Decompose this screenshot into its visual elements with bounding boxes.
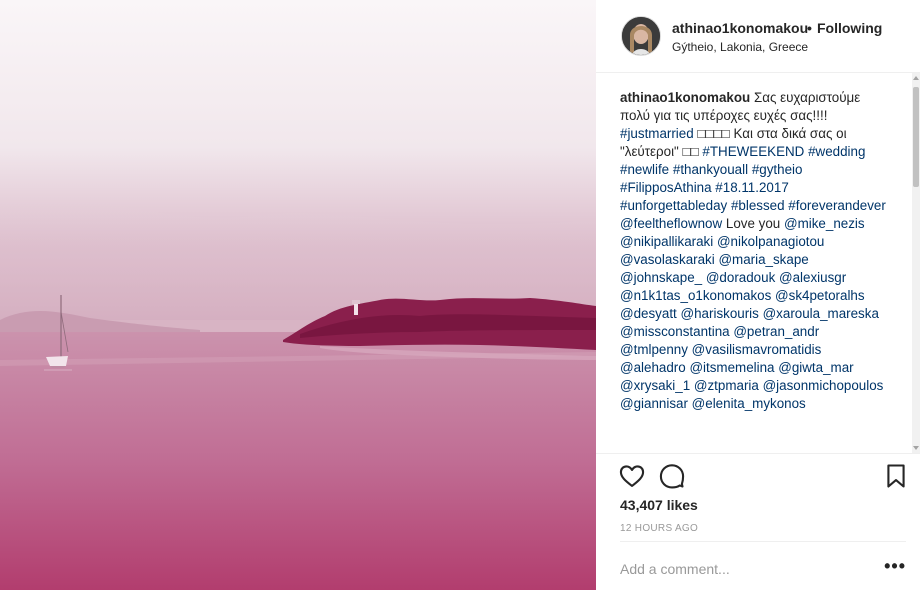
scroll-down-arrow-icon[interactable] [913,446,919,450]
post-actions: 43,407 likes 12 HOURS AGO ••• [596,453,920,591]
hashtag[interactable]: #newlife [620,162,669,177]
hashtag[interactable]: #thankyouall [673,162,748,177]
mention[interactable]: @vasolaskaraki [620,252,715,267]
caption-scrollbar[interactable] [912,73,920,453]
hashtag[interactable]: #wedding [808,144,865,159]
separator-dot: • [807,20,812,36]
avatar[interactable] [621,16,661,56]
following-button[interactable]: Following [817,20,882,36]
caption-author[interactable]: athinao1konomakou [620,90,750,105]
mention[interactable]: @johnskape_ [620,270,702,285]
post-username[interactable]: athinao1konomakou [672,20,808,36]
post-sidebar: athinao1konomakou • Following Gýtheio, L… [596,0,920,590]
mention[interactable]: @nikolpanagiotou [717,234,824,249]
mention[interactable]: @giannisar [620,396,688,411]
mention[interactable]: @doradouk [706,270,775,285]
comment-input[interactable] [620,557,870,581]
mention[interactable]: @feeltheflownow [620,216,722,231]
emoji-placeholder: □□□□ [693,126,734,141]
mention[interactable]: @alexiusgr [779,270,846,285]
bookmark-icon[interactable] [882,462,910,490]
hashtag[interactable]: #gytheio [752,162,803,177]
mention[interactable]: @xaroula_mareska [763,306,879,321]
mention[interactable]: @hariskouris [681,306,759,321]
mention[interactable]: @n1k1tas_o1konomakos [620,288,771,303]
mention[interactable]: @itsmemelina [689,360,774,375]
mention[interactable]: @xrysaki_1 [620,378,690,393]
scroll-up-arrow-icon[interactable] [913,76,919,80]
mention[interactable]: @nikipallikaraki [620,234,713,249]
hashtag[interactable]: #FilipposAthina [620,180,712,195]
post-location[interactable]: Gýtheio, Lakonia, Greece [672,40,808,54]
post-header: athinao1konomakou • Following Gýtheio, L… [596,0,920,73]
hashtag[interactable]: #foreverandever [788,198,886,213]
caption-text: Love you [722,216,781,231]
scroll-thumb[interactable] [913,87,919,187]
hashtag[interactable]: #18.11.2017 [715,180,788,195]
mention[interactable]: @petran_andr [733,324,819,339]
mention[interactable]: @giwta_mar [778,360,853,375]
post-caption: athinao1konomakou Σας ευχαριστούμε πολύ … [620,89,890,413]
hashtag[interactable]: #THEWEEKEND [702,144,804,159]
mention[interactable]: @missconstantina [620,324,730,339]
mention[interactable]: @ztpmaria [694,378,759,393]
mention[interactable]: @maria_skape [718,252,808,267]
mention[interactable]: @tmlpenny [620,342,688,357]
hashtag[interactable]: #justmarried [620,126,694,141]
seascape-image [0,0,596,590]
comment-form: ••• [620,541,906,592]
mention[interactable]: @desyatt [620,306,677,321]
mention[interactable]: @sk4petoralhs [775,288,865,303]
hashtag[interactable]: #unforgettableday [620,198,727,213]
mention[interactable]: @jasonmichopoulos [763,378,884,393]
more-options-icon[interactable]: ••• [884,557,906,575]
caption-scroll-area[interactable]: athinao1konomakou Σας ευχαριστούμε πολύ … [596,73,912,453]
heart-icon[interactable] [618,462,646,490]
post-photo[interactable] [0,0,596,590]
avatar-image [622,17,660,55]
likes-count[interactable]: 43,407 likes [620,497,698,513]
post-timestamp[interactable]: 12 HOURS AGO [620,523,698,534]
mention[interactable]: @alehadro [620,360,686,375]
hashtag[interactable]: #blessed [731,198,785,213]
mention[interactable]: @elenita_mykonos [692,396,806,411]
comment-bubble-icon[interactable] [658,462,686,490]
mention[interactable]: @mike_nezis [784,216,865,231]
mention[interactable]: @vasilismavromatidis [692,342,822,357]
